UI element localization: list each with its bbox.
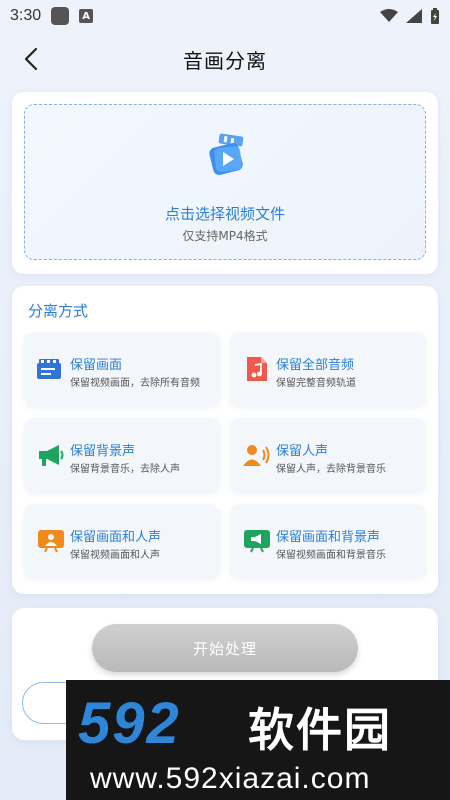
upload-card: 点击选择视频文件 仅支持MP4格式 xyxy=(12,92,438,274)
app-header: 音画分离 xyxy=(0,36,450,82)
option-keep-video-and-vocals[interactable]: 保留画面和人声 保留视频画面和人声 xyxy=(24,504,220,578)
option-keep-background[interactable]: 保留背景声 保留背景音乐，去除人声 xyxy=(24,418,220,492)
select-video-dropzone[interactable]: 点击选择视频文件 仅支持MP4格式 xyxy=(24,104,426,260)
watermark-number: 592 xyxy=(78,691,181,756)
option-title: 保留画面和背景声 xyxy=(276,530,381,545)
presenter-icon xyxy=(36,526,66,556)
option-desc: 保留背景音乐，去除人声 xyxy=(70,464,180,475)
screen-megaphone-icon xyxy=(242,526,272,556)
option-keep-vocals[interactable]: 保留人声 保留人声，去除背景音乐 xyxy=(230,418,426,492)
watermark-brand: 软件园 xyxy=(248,703,392,757)
option-desc: 保留人声，去除背景音乐 xyxy=(276,464,386,475)
section-title: 分离方式 xyxy=(28,302,89,320)
separation-mode-card: 分离方式 保留画面 保留视频画面，去除所有音频 保留全部音频 保留完整音频轨道 … xyxy=(12,286,438,594)
option-desc: 保留视频画面和人声 xyxy=(70,550,160,561)
option-title: 保留画面 xyxy=(70,358,123,373)
start-processing-button[interactable]: 开始处理 xyxy=(92,624,358,672)
option-title: 保留全部音频 xyxy=(276,358,355,373)
option-title: 保留人声 xyxy=(276,444,329,459)
status-time: 3:30 xyxy=(10,7,42,24)
megaphone-icon xyxy=(36,440,66,470)
signal-icon xyxy=(406,9,422,23)
option-keep-all-audio[interactable]: 保留全部音频 保留完整音频轨道 xyxy=(230,332,426,406)
option-keep-video[interactable]: 保留画面 保留视频画面，去除所有音频 xyxy=(24,332,220,406)
speaker-person-icon xyxy=(242,440,272,470)
upload-title: 点击选择视频文件 xyxy=(164,205,285,223)
site-watermark: 592 软件园 www.592xiazai.com xyxy=(66,680,450,800)
option-desc: 保留视频画面，去除所有音频 xyxy=(70,378,200,389)
option-keep-video-and-background[interactable]: 保留画面和背景声 保留视频画面和背景音乐 xyxy=(230,504,426,578)
back-button[interactable] xyxy=(14,42,48,76)
video-file-icon xyxy=(209,133,244,175)
option-title: 保留背景声 xyxy=(70,444,136,459)
audio-file-icon xyxy=(242,354,272,384)
page-title: 音画分离 xyxy=(183,48,267,73)
watermark-url: www.592xiazai.com xyxy=(90,762,371,795)
chevron-left-icon xyxy=(24,47,38,71)
wifi-icon xyxy=(380,9,398,22)
keyboard-badge-icon: A xyxy=(79,9,94,23)
option-title: 保留画面和人声 xyxy=(70,530,162,545)
video-icon xyxy=(36,354,66,384)
upload-subtitle: 仅支持MP4格式 xyxy=(182,229,268,243)
battery-icon xyxy=(431,8,439,24)
option-desc: 保留完整音频轨道 xyxy=(276,378,356,389)
option-desc: 保留视频画面和背景音乐 xyxy=(276,550,386,561)
status-bar: 3:30 A xyxy=(0,0,450,32)
notification-icon xyxy=(51,7,70,25)
